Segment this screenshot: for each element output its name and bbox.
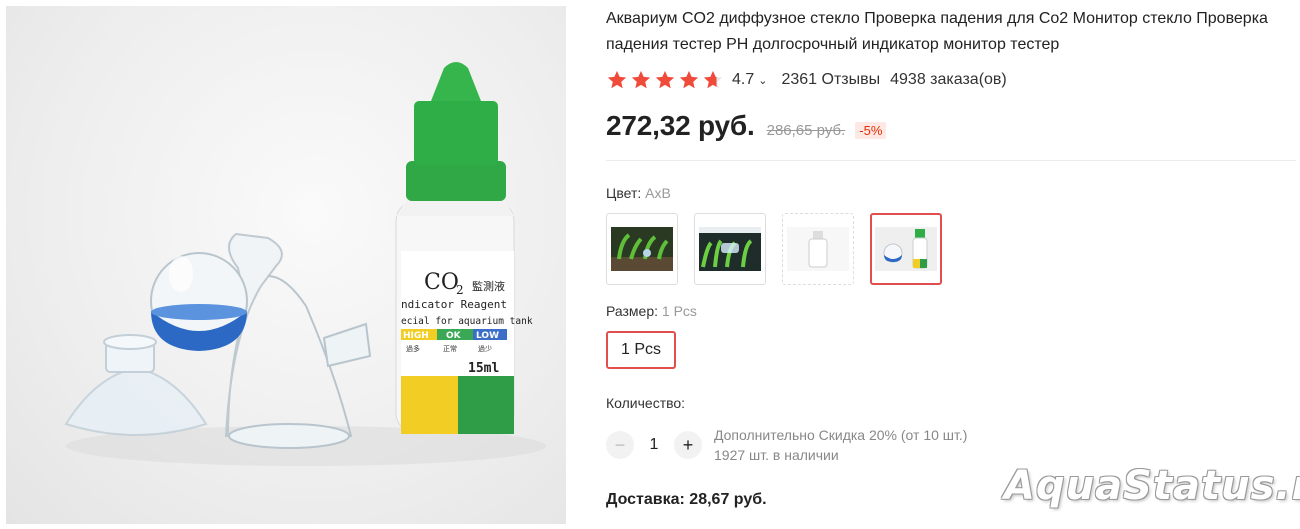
color-swatch-4-selected[interactable] [870, 213, 942, 285]
divider [606, 160, 1296, 161]
bottle-c2-text: 正常 [443, 344, 457, 353]
aquarium-thumbnail-icon [699, 227, 761, 271]
bottle-c3-text: 過少 [478, 344, 492, 353]
orders-count: 4938 заказа(ов) [890, 71, 1007, 88]
product-title: Аквариум CO2 диффузное стекло Проверка п… [606, 10, 1268, 53]
size-option-1pcs[interactable]: 1 Pcs [606, 331, 676, 369]
bottle-thumbnail-icon [787, 227, 849, 271]
bottle-high-text: HIGH [403, 331, 429, 341]
star-icon [679, 70, 699, 89]
discount-badge: -5% [855, 122, 887, 139]
quantity-notes: Дополнительно Скидка 20% (от 10 шт.) 192… [714, 425, 967, 465]
color-swatch-3[interactable] [782, 213, 854, 285]
color-swatches [606, 213, 1296, 285]
bottle-tank-text: ecial for aquarium tank [401, 316, 533, 327]
price-row: 272,32 руб. 286,65 руб. -5% [606, 110, 1296, 142]
current-price: 272,32 руб. [606, 110, 755, 141]
quantity-row: − 1 + Дополнительно Скидка 20% (от 10 шт… [606, 425, 1296, 465]
star-icon [631, 70, 651, 89]
bottle-volume-text: 15ml [468, 361, 499, 376]
color-label: Цвет: AxB [606, 185, 1296, 201]
quantity-increase-button[interactable]: + [674, 431, 702, 459]
bottle-c1-text: 過多 [406, 344, 420, 353]
color-swatch-1[interactable] [606, 213, 678, 285]
size-label-text: Размер: [606, 303, 659, 319]
bottle-ok-text: OK [446, 331, 462, 341]
quantity-decrease-button[interactable]: − [606, 431, 634, 459]
plants-thumbnail-icon [611, 227, 673, 271]
color-swatch-2[interactable] [694, 213, 766, 285]
reagent-bottle-image: CO 2 監測液 ndicator Reagent ecial for aqua… [395, 62, 533, 434]
old-price: 286,65 руб. [766, 122, 846, 139]
stock-note: 1927 шт. в наличии [714, 447, 839, 463]
suction-cup-image [64, 334, 208, 436]
bulk-discount-note: Дополнительно Скидка 20% (от 10 шт.) [714, 427, 968, 443]
rating-stars [606, 69, 724, 91]
bottle-low-text: LOW [476, 331, 499, 341]
quantity-input[interactable]: 1 [634, 436, 674, 454]
quantity-label: Количество: [606, 395, 686, 411]
size-label: Размер: 1 Pcs [606, 303, 1296, 319]
rating-value[interactable]: 4.7 [732, 71, 754, 89]
reviews-link[interactable]: 2361 Отзывы [781, 71, 880, 89]
bottle-subscript-text: 2 [456, 283, 464, 297]
size-value: 1 Pcs [661, 303, 697, 319]
bottle-chinese-text: 監測液 [472, 279, 505, 293]
color-label-text: Цвет: [606, 185, 642, 201]
bottle-reagent-text: ndicator Reagent [401, 298, 507, 311]
watermark: AquaStatus.ru [1004, 463, 1300, 509]
color-value: AxB [645, 185, 671, 201]
star-icon [607, 70, 627, 89]
drop-checker-thumbnail-icon [875, 227, 937, 271]
product-info-panel: Аквариум CO2 диффузное стекло Проверка п… [606, 6, 1296, 509]
rating-row: 4.7 ⌄ 2361 Отзывы 4938 заказа(ов) [606, 68, 1296, 92]
bottle-co2-text: CO [424, 270, 459, 295]
chevron-down-icon[interactable]: ⌄ [758, 74, 767, 87]
star-icon [655, 70, 675, 89]
star-icon [703, 70, 723, 89]
product-photo[interactable]: CO 2 監測液 ndicator Reagent ecial for aqua… [6, 6, 566, 524]
